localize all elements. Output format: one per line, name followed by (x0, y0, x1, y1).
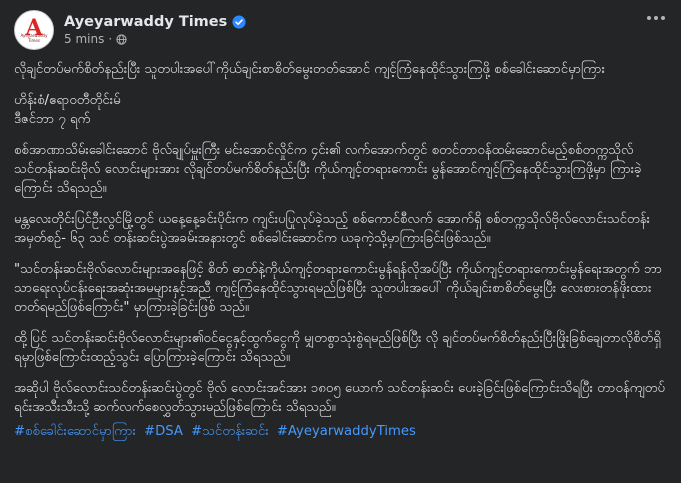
quote-paragraph: "သင်တန်းဆင်းဗိုလ်လောင်းများအနေဖြင့် စိတ်… (14, 262, 663, 315)
dot (654, 16, 658, 20)
globe-icon[interactable] (116, 33, 127, 45)
dot (661, 16, 665, 20)
dot (647, 16, 651, 20)
post-meta: Ayeyarwaddy Times 5 mins · (64, 14, 246, 46)
post-header: A Ayeyarwaddy Times Ayeyarwaddy Times 5 … (14, 8, 667, 52)
facebook-post: A Ayeyarwaddy Times Ayeyarwaddy Times 5 … (0, 0, 681, 483)
paragraph: မန္တလေးတိုင်းပြင်ဦးလွင်မြို့တွင် ယနေ့နေ့… (14, 212, 650, 246)
verified-badge-icon (232, 15, 246, 29)
paragraph: စစ်အာဏာသိမ်းခေါင်းဆောင် ဗိုလ်ချုပ်မှူးကြ… (14, 143, 642, 196)
logo-caption: Ayeyarwaddy Times (20, 33, 48, 43)
post-time[interactable]: 5 mins (64, 32, 104, 46)
more-options-icon[interactable] (647, 16, 665, 20)
byline: ဟိန်းစံ/ဧရာဝတီတိုင်းမ် (14, 93, 121, 108)
post-subline: 5 mins · (64, 32, 246, 46)
post-headline: လိုချင်တပ်မက်စိတ်နည်းပြီး သူတပါးအပေါ်ကို… (14, 62, 605, 77)
avatar[interactable]: A Ayeyarwaddy Times (14, 10, 54, 50)
dateline: ဒီဇင်ဘာ ၇ ရက် (14, 112, 91, 127)
hashtag-link[interactable]: #DSA (144, 424, 183, 439)
paragraph: အဆိုပါ ဗိုလ်လောင်းသင်တန်းဆင်းပွဲတွင် ဗို… (14, 381, 666, 415)
hashtag-list: #စစ်ခေါင်းဆောင်မှာကြား #DSA #သင်တန်းဆင်း… (14, 423, 667, 441)
hashtag-link[interactable]: #AyeyarwaddyTimes (277, 424, 416, 439)
paragraph: ထို့ပြင် သင်တန်းဆင်းဗိုလ်လောင်းများ၏ဝင်င… (14, 331, 661, 365)
author-name[interactable]: Ayeyarwaddy Times (64, 14, 227, 30)
meta-separator: · (108, 32, 113, 46)
author-row: Ayeyarwaddy Times (64, 14, 246, 30)
hashtag-link[interactable]: #သင်တန်းဆင်း (191, 424, 269, 439)
post-body: လိုချင်တပ်မက်စိတ်နည်းပြီး သူတပါးအပေါ်ကို… (14, 60, 667, 417)
hashtag-link[interactable]: #စစ်ခေါင်းဆောင်မှာကြား (14, 424, 136, 439)
